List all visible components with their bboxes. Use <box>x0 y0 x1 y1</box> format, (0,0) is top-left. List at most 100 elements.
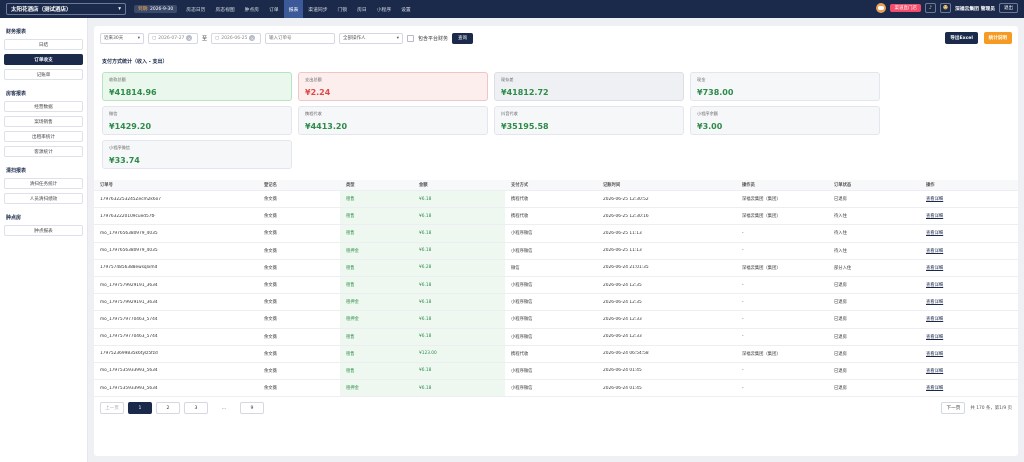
table-cell: 1797574856388ewsqlxmd <box>100 265 158 271</box>
table-cell: 2026-06-24 21:01:35 <box>603 265 649 271</box>
page-button[interactable]: 2 <box>156 402 180 414</box>
page-button[interactable]: 1 <box>128 402 152 414</box>
view-detail-link[interactable]: 查看详细 <box>920 316 1018 322</box>
table-cell: 小程序微信 <box>511 334 533 340</box>
sidebar-item[interactable]: 记账单 <box>4 69 83 80</box>
view-detail-link[interactable]: 查看详细 <box>920 230 1018 236</box>
nav-item[interactable]: 订单 <box>264 0 284 18</box>
view-detail-link[interactable]: 查看详细 <box>920 334 1018 340</box>
pay-stats-title: 支付方式统计（收入 - 支出） <box>102 59 168 65</box>
view-detail-link[interactable]: 查看详细 <box>920 351 1018 357</box>
logout-button[interactable]: 退出 <box>999 3 1018 13</box>
view-detail-link[interactable]: 查看详细 <box>920 213 1018 219</box>
chat-icon[interactable]: ☻ <box>939 3 951 13</box>
view-detail-link[interactable]: 查看详细 <box>920 265 1018 271</box>
next-page-button[interactable]: 下一页 <box>941 402 966 414</box>
view-detail-link[interactable]: 查看详细 <box>920 282 1018 288</box>
table-cell: 租押金 <box>340 242 413 259</box>
sidebar-section-title: 肿点房 <box>6 215 22 221</box>
clear-icon[interactable]: × <box>249 35 256 41</box>
nav-item[interactable]: 渠道同步 <box>303 0 332 18</box>
sidebar-item[interactable]: 人员清扫绩效 <box>4 193 83 204</box>
range-select[interactable]: 近来30天 ▾ <box>100 32 144 44</box>
table-cell: ¥6.28 <box>413 259 505 276</box>
sidebar-section-title: 房客报表 <box>6 91 27 97</box>
view-detail-link[interactable]: 查看详细 <box>920 248 1018 254</box>
sidebar-item[interactable]: 案场销售 <box>4 116 83 127</box>
view-detail-link[interactable]: 查看详细 <box>920 196 1018 202</box>
user-name[interactable]: 深福云集团 管理员 <box>955 5 995 12</box>
sidebar-section-title: 财务报表 <box>6 29 27 35</box>
table-cell: 深福云集团（集团） <box>742 265 781 271</box>
table-cell: - <box>742 282 744 288</box>
expiry-label: 到期: <box>138 7 149 12</box>
sidebar-item[interactable]: 客源统计 <box>4 146 83 157</box>
pay-card-value: ¥33.74 <box>109 156 140 165</box>
table-cell: 余文薇 <box>264 300 277 306</box>
promo-badge[interactable]: 渠道直门店 <box>890 4 921 12</box>
table-cell: 余文薇 <box>264 265 277 271</box>
sidebar-item[interactable]: 经营数据 <box>4 101 83 112</box>
page-summary: 共 170 条，第1/9 页 <box>970 406 1012 411</box>
pay-card-value: ¥35195.58 <box>501 122 549 131</box>
sidebar-item[interactable]: 出租率统计 <box>4 131 83 142</box>
table-cell: 2026-06-25 12:30:52 <box>603 196 649 202</box>
view-detail-link[interactable]: 查看详细 <box>920 299 1018 305</box>
prev-page-button[interactable]: 上一页 <box>100 402 124 414</box>
table-cell: 租押金 <box>340 294 413 311</box>
sidebar-item[interactable]: 日结 <box>4 39 83 50</box>
nav-item[interactable]: 设置 <box>396 0 416 18</box>
table-cell: 小程序微信 <box>511 368 533 374</box>
table-cell: 小程序微信 <box>511 300 533 306</box>
table-row: mo_1797579770463_5744 余文薇 租售 ¥6.18 小程序微信 2026… <box>94 328 1018 346</box>
clear-icon[interactable]: × <box>186 35 193 41</box>
table-cell: mo_1797579770463_5744 <box>100 316 158 322</box>
hotel-selector[interactable]: 太阳花酒店（测试酒店） ▾ <box>6 3 126 15</box>
table-cell: 2026-06-24 12:33 <box>603 316 642 322</box>
export-excel-button[interactable]: 导出Excel <box>945 32 978 44</box>
main-panel: 近来30天▾ ▢2026-07-27× 至 ▢2026-06-25× 全部操作人… <box>94 26 1018 456</box>
start-date-field[interactable]: ▢ 2026-07-27 × <box>148 32 198 44</box>
column-header: 金额 <box>419 183 428 188</box>
table-cell: mo_1797656380979_4035 <box>100 230 158 236</box>
bell-icon[interactable]: ♪ <box>924 3 936 13</box>
pay-card-value: ¥41814.96 <box>109 88 157 97</box>
page-button[interactable]: 3 <box>184 402 208 414</box>
table-cell: 2026-06-24 12:35 <box>603 282 642 288</box>
nav-item[interactable]: 小程序 <box>372 0 396 18</box>
pay-card-label: 小程序余额 <box>697 111 718 116</box>
stats-explain-button[interactable]: 统计说明 <box>983 32 1012 44</box>
table-cell: ¥6.18 <box>413 328 505 345</box>
nav-item[interactable]: 房态日历 <box>181 0 210 18</box>
nav-item[interactable]: 门锁 <box>333 0 353 18</box>
view-detail-link[interactable]: 查看详细 <box>920 385 1018 391</box>
page-button[interactable]: 9 <box>240 402 264 414</box>
table-cell: ¥6.18 <box>413 225 505 242</box>
operator-select[interactable]: 全部操作人 ▾ <box>339 32 404 44</box>
include-checkbox[interactable] <box>407 34 415 42</box>
nav-item[interactable]: 房日 <box>352 0 372 18</box>
table-cell: - <box>742 334 744 340</box>
table-cell: 租售 <box>340 225 413 242</box>
table-header: 订单号 登记名 类型 金额 支付方式 记账时间 操作员 订单状态 操作 <box>94 180 1018 191</box>
order-number-input[interactable] <box>265 32 336 44</box>
table-cell: mo_1797579929191_3634 <box>100 299 158 305</box>
table-cell: 携程代收 <box>511 351 529 357</box>
view-detail-link[interactable]: 查看详细 <box>920 368 1018 374</box>
pay-card-value: ¥1429.20 <box>109 122 152 131</box>
table-cell: 2026-06-25 12:30:16 <box>603 213 649 219</box>
end-date-field[interactable]: ▢ 2026-06-25 × <box>211 32 262 44</box>
sidebar-item[interactable]: 清扫任务统计 <box>4 178 83 189</box>
table-cell: 2026-06-24 01:45 <box>603 368 642 374</box>
sidebar-item[interactable]: 肿点报表 <box>4 225 83 236</box>
table-cell: - <box>742 385 744 391</box>
table-cell: 2026-06-24 01:45 <box>603 385 642 391</box>
nav-item[interactable]: 肿点房 <box>240 0 264 18</box>
nav-item[interactable]: 房态视图 <box>210 0 239 18</box>
nav-item[interactable]: 报表 <box>283 0 304 18</box>
query-button[interactable]: 查询 <box>452 32 474 44</box>
pay-card: 携程代收 ¥4413.20 <box>298 106 488 135</box>
sidebar-item[interactable]: 订单收支 <box>4 54 83 65</box>
table-cell: 2026-06-25 11:13 <box>603 230 642 236</box>
table-row: 1797523699835k6tylz5fzd 余文薇 租售 ¥123.00 携程代收 2… <box>94 345 1018 363</box>
